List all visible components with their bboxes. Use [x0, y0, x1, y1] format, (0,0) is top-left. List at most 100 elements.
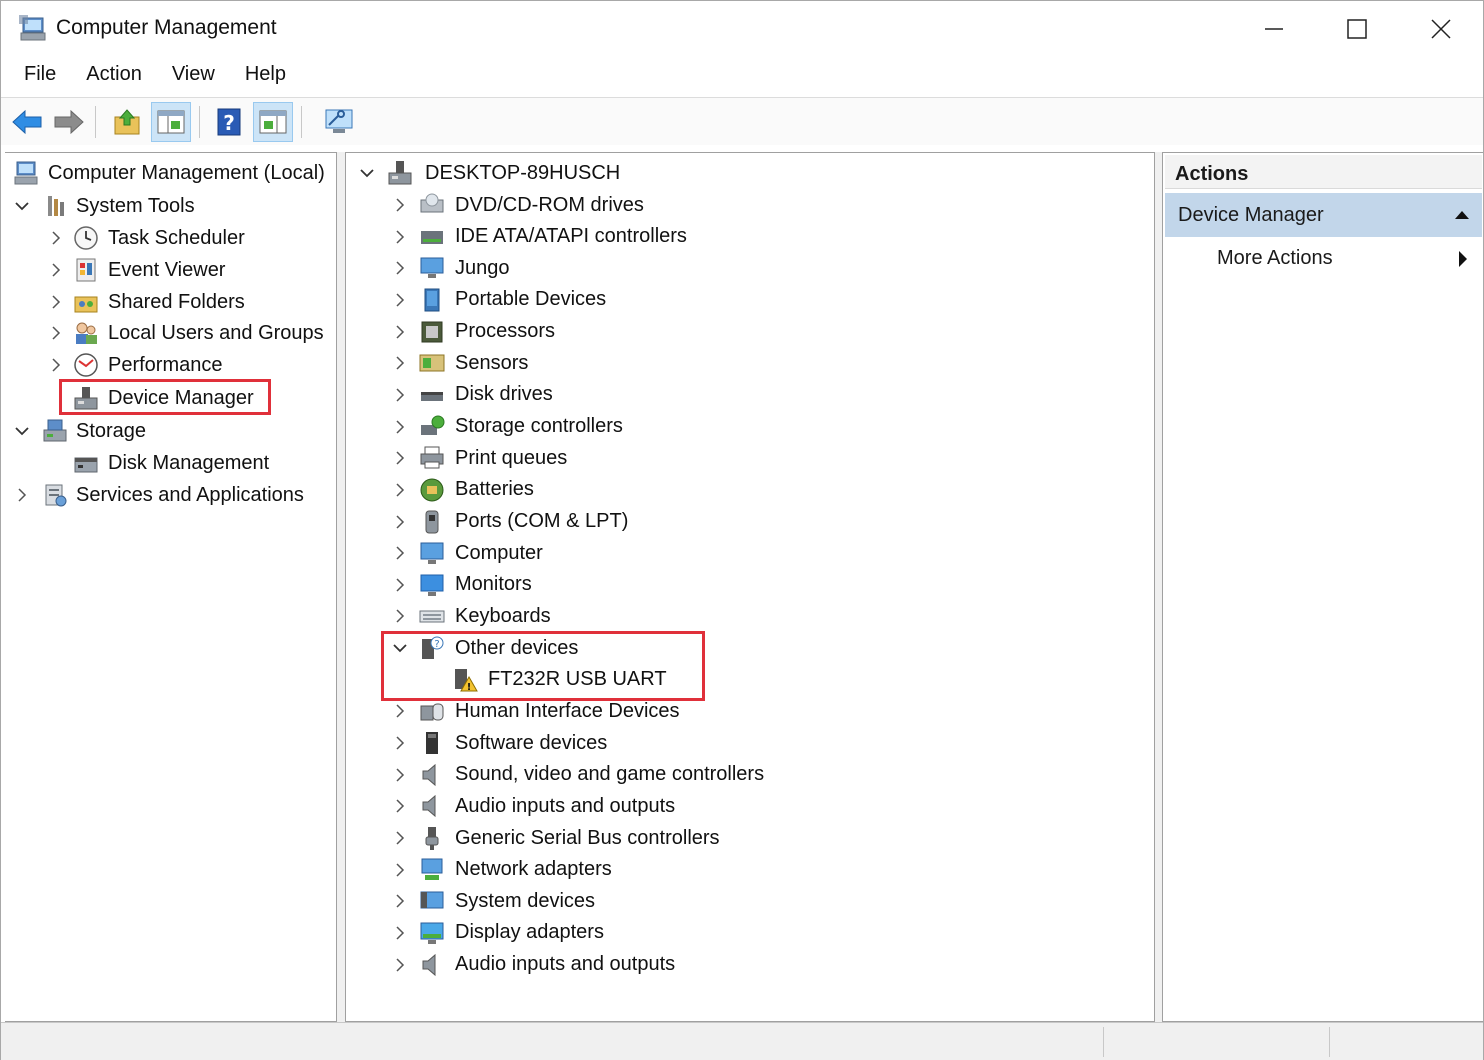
device-category-audio-inputs-and-outputs[interactable]: Audio inputs and outputs — [346, 790, 1146, 822]
show-hide-console-tree-button[interactable] — [151, 102, 191, 142]
show-hide-action-pane-button[interactable] — [253, 102, 293, 142]
chevron-down-icon[interactable] — [15, 424, 29, 438]
more-actions[interactable]: More Actions — [1217, 247, 1333, 270]
tree-item-local-users-and-groups[interactable]: Local Users and Groups — [5, 317, 335, 349]
back-button[interactable] — [7, 102, 47, 142]
chevron-right-icon[interactable] — [393, 198, 407, 212]
tree-item-performance[interactable]: Performance — [5, 349, 335, 381]
show-hide-console-tree-icon — [157, 110, 185, 134]
chevron-right-icon[interactable] — [393, 958, 407, 972]
device-category-label: Audio inputs and outputs — [455, 794, 676, 817]
chevron-right-icon[interactable] — [393, 325, 407, 339]
chevron-down-icon[interactable] — [360, 166, 374, 180]
chevron-right-icon[interactable] — [393, 578, 407, 592]
chevron-right-icon[interactable] — [393, 831, 407, 845]
minimize-button[interactable] — [1244, 7, 1304, 51]
device-category-print-queues[interactable]: Print queues — [346, 442, 1146, 474]
chevron-down-icon[interactable] — [15, 199, 29, 213]
device-category-display-adapters[interactable]: Display adapters — [346, 917, 1146, 949]
device-category-sound-video-game-controllers[interactable]: Sound, video and game controllers — [346, 759, 1146, 791]
chevron-right-icon[interactable] — [393, 388, 407, 402]
close-button[interactable] — [1411, 7, 1471, 51]
actions-pane: Actions Device Manager More Actions — [1162, 152, 1483, 1022]
device-category-processors[interactable]: Processors — [346, 316, 1146, 348]
chevron-right-icon[interactable] — [49, 326, 63, 340]
device-category-computer[interactable]: Computer — [346, 537, 1146, 569]
maximize-button[interactable] — [1327, 7, 1387, 51]
device-category-label: Monitors — [455, 573, 532, 596]
up-one-level-button[interactable] — [107, 102, 147, 142]
chevron-right-icon[interactable] — [393, 451, 407, 465]
tree-item-disk-management[interactable]: Disk Management — [5, 447, 335, 479]
tree-item-services-and-applications[interactable]: Services and Applications — [5, 479, 335, 511]
storage-controller-icon — [419, 414, 445, 440]
chevron-right-icon[interactable] — [393, 894, 407, 908]
chevron-right-icon[interactable] — [15, 488, 29, 502]
device-category-ports-com-lpt[interactable]: Ports (COM & LPT) — [346, 506, 1146, 538]
tree-item-shared-folders[interactable]: Shared Folders — [5, 286, 335, 318]
device-category-jungo[interactable]: Jungo — [346, 252, 1146, 284]
scan-hardware-button[interactable] — [319, 102, 359, 142]
device-category-dvd-cd-rom-drives[interactable]: DVD/CD-ROM drives — [346, 189, 1146, 221]
chevron-right-icon[interactable] — [393, 261, 407, 275]
menu-view[interactable]: View — [157, 61, 230, 95]
chevron-right-icon[interactable] — [393, 799, 407, 813]
chevron-right-icon[interactable] — [393, 768, 407, 782]
users-icon — [73, 320, 99, 346]
device-category-label: Sound, video and game controllers — [455, 763, 765, 786]
chevron-right-icon[interactable] — [49, 295, 63, 309]
menu-action[interactable]: Action — [71, 61, 157, 95]
chevron-right-icon[interactable] — [49, 263, 63, 277]
chevron-right-icon[interactable] — [49, 358, 63, 372]
chevron-right-icon[interactable] — [393, 863, 407, 877]
tree-item-computer-management-local[interactable]: Computer Management (Local) — [9, 157, 337, 189]
chevron-right-icon[interactable] — [393, 736, 407, 750]
chevron-right-icon[interactable] — [393, 926, 407, 940]
chevron-right-icon[interactable] — [393, 483, 407, 497]
submenu-arrow-icon[interactable] — [1457, 250, 1469, 268]
collapse-up-icon[interactable] — [1454, 209, 1470, 221]
tree-item-storage[interactable]: Storage — [5, 415, 335, 447]
chevron-right-icon[interactable] — [393, 514, 407, 529]
forward-arrow-icon — [54, 109, 84, 135]
device-tree-root[interactable]: DESKTOP-89HUSCH — [346, 157, 1146, 189]
device-category-generic-serial-bus-controllers[interactable]: Generic Serial Bus controllers — [346, 822, 1146, 854]
chevron-right-icon[interactable] — [393, 704, 407, 718]
chevron-right-icon[interactable] — [393, 420, 407, 434]
tree-label: Local Users and Groups — [108, 321, 324, 344]
left-splitter[interactable] — [337, 152, 345, 1022]
tree-item-event-viewer[interactable]: Event Viewer — [5, 254, 335, 286]
title-bar[interactable]: Computer Management — [1, 1, 1483, 57]
menu-help[interactable]: Help — [230, 61, 301, 95]
tree-item-task-scheduler[interactable]: Task Scheduler — [5, 222, 335, 254]
chevron-right-icon[interactable] — [393, 356, 407, 370]
actions-device-manager[interactable]: Device Manager — [1165, 193, 1482, 237]
device-category-label: Storage controllers — [455, 415, 623, 438]
help-button[interactable]: ? — [209, 102, 249, 142]
actions-selected-label: Device Manager — [1178, 204, 1324, 226]
device-category-portable-devices[interactable]: Portable Devices — [346, 284, 1146, 316]
device-category-disk-drives[interactable]: Disk drives — [346, 379, 1146, 411]
toolbar-separator — [95, 106, 96, 138]
chevron-right-icon[interactable] — [393, 546, 407, 560]
chevron-right-icon[interactable] — [49, 231, 63, 245]
show-hide-action-pane-icon — [259, 110, 287, 134]
device-category-monitors[interactable]: Monitors — [346, 569, 1146, 601]
device-category-batteries[interactable]: Batteries — [346, 474, 1146, 506]
chevron-right-icon[interactable] — [393, 230, 407, 244]
device-category-ide-ata-atapi-controllers[interactable]: IDE ATA/ATAPI controllers — [346, 221, 1146, 253]
device-category-label: Software devices — [455, 731, 608, 754]
device-category-audio-inputs-and-outputs-2[interactable]: Audio inputs and outputs — [346, 949, 1146, 981]
chevron-right-icon[interactable] — [393, 293, 407, 307]
menu-file[interactable]: File — [9, 61, 71, 95]
device-category-keyboards[interactable]: Keyboards — [346, 600, 1146, 632]
forward-button[interactable] — [49, 102, 89, 142]
portable-device-icon — [419, 287, 445, 313]
device-category-network-adapters[interactable]: Network adapters — [346, 854, 1146, 886]
device-category-storage-controllers[interactable]: Storage controllers — [346, 411, 1146, 443]
device-category-software-devices[interactable]: Software devices — [346, 727, 1146, 759]
tree-item-system-tools[interactable]: System Tools — [5, 190, 335, 222]
chevron-right-icon[interactable] — [393, 609, 407, 623]
device-category-sensors[interactable]: Sensors — [346, 347, 1146, 379]
device-category-system-devices[interactable]: System devices — [346, 885, 1146, 917]
